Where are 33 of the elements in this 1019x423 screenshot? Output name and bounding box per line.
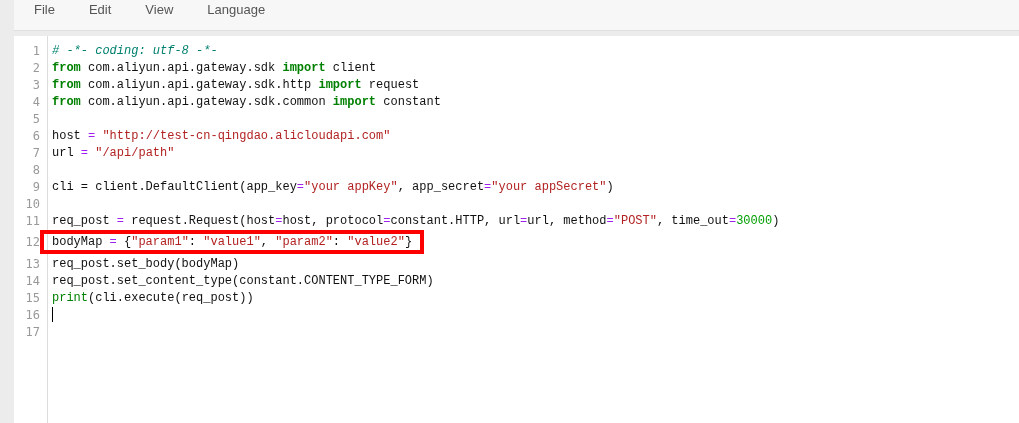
line-number: 3 bbox=[31, 77, 41, 92]
line-number: 15 bbox=[24, 290, 41, 305]
code-editor[interactable] bbox=[14, 36, 1019, 423]
line-number: 4 bbox=[31, 94, 41, 109]
line-number: 5 bbox=[31, 111, 41, 126]
code-line: req_post = request.Request(host=host, protocol=constant.HTTP, url=url, method="POST", time_out=30000) bbox=[52, 212, 780, 229]
code-line: req_post.set_content_type(constant.CONTENT_TYPE_FORM) bbox=[52, 272, 434, 289]
code-line: url = "/api/path" bbox=[52, 144, 175, 161]
line-number: 2 bbox=[31, 60, 41, 75]
code-line: from com.aliyun.api.gateway.sdk.http import request bbox=[52, 76, 420, 93]
line-number: 16 bbox=[24, 307, 41, 322]
code-line: # -*- coding: utf-8 -*- bbox=[52, 42, 218, 59]
line-number: 10 bbox=[24, 196, 41, 211]
menu-item[interactable]: File bbox=[34, 0, 55, 17]
menu-item[interactable]: View bbox=[145, 0, 174, 17]
menu-item[interactable]: Language bbox=[207, 0, 266, 17]
line-number: 6 bbox=[31, 128, 41, 143]
line-number: 12 bbox=[24, 235, 41, 249]
code-line: print(cli.execute(req_post)) bbox=[52, 289, 254, 306]
code-line: req_post.set_body(bodyMap) bbox=[52, 255, 240, 272]
line-number: 14 bbox=[24, 273, 41, 288]
line-number: 1 bbox=[31, 43, 41, 58]
code-line: cli = client.DefaultClient(app_key="your appKey", app_secret="your appSecret") bbox=[52, 178, 614, 195]
code-line: from com.aliyun.api.gateway.sdk import client bbox=[52, 59, 377, 76]
line-number: 8 bbox=[31, 162, 41, 177]
line-number: 7 bbox=[31, 145, 41, 160]
menu-item[interactable]: Edit bbox=[88, 0, 112, 17]
code-line: from com.aliyun.api.gateway.sdk.common import constant bbox=[52, 93, 441, 110]
code-line: host = "http://test-cn-qingdao.alicloudapi.com" bbox=[52, 127, 391, 144]
line-number: 17 bbox=[24, 324, 41, 339]
line-number: 13 bbox=[24, 256, 41, 271]
line-number: 9 bbox=[31, 179, 41, 194]
line-number: 11 bbox=[24, 213, 41, 228]
